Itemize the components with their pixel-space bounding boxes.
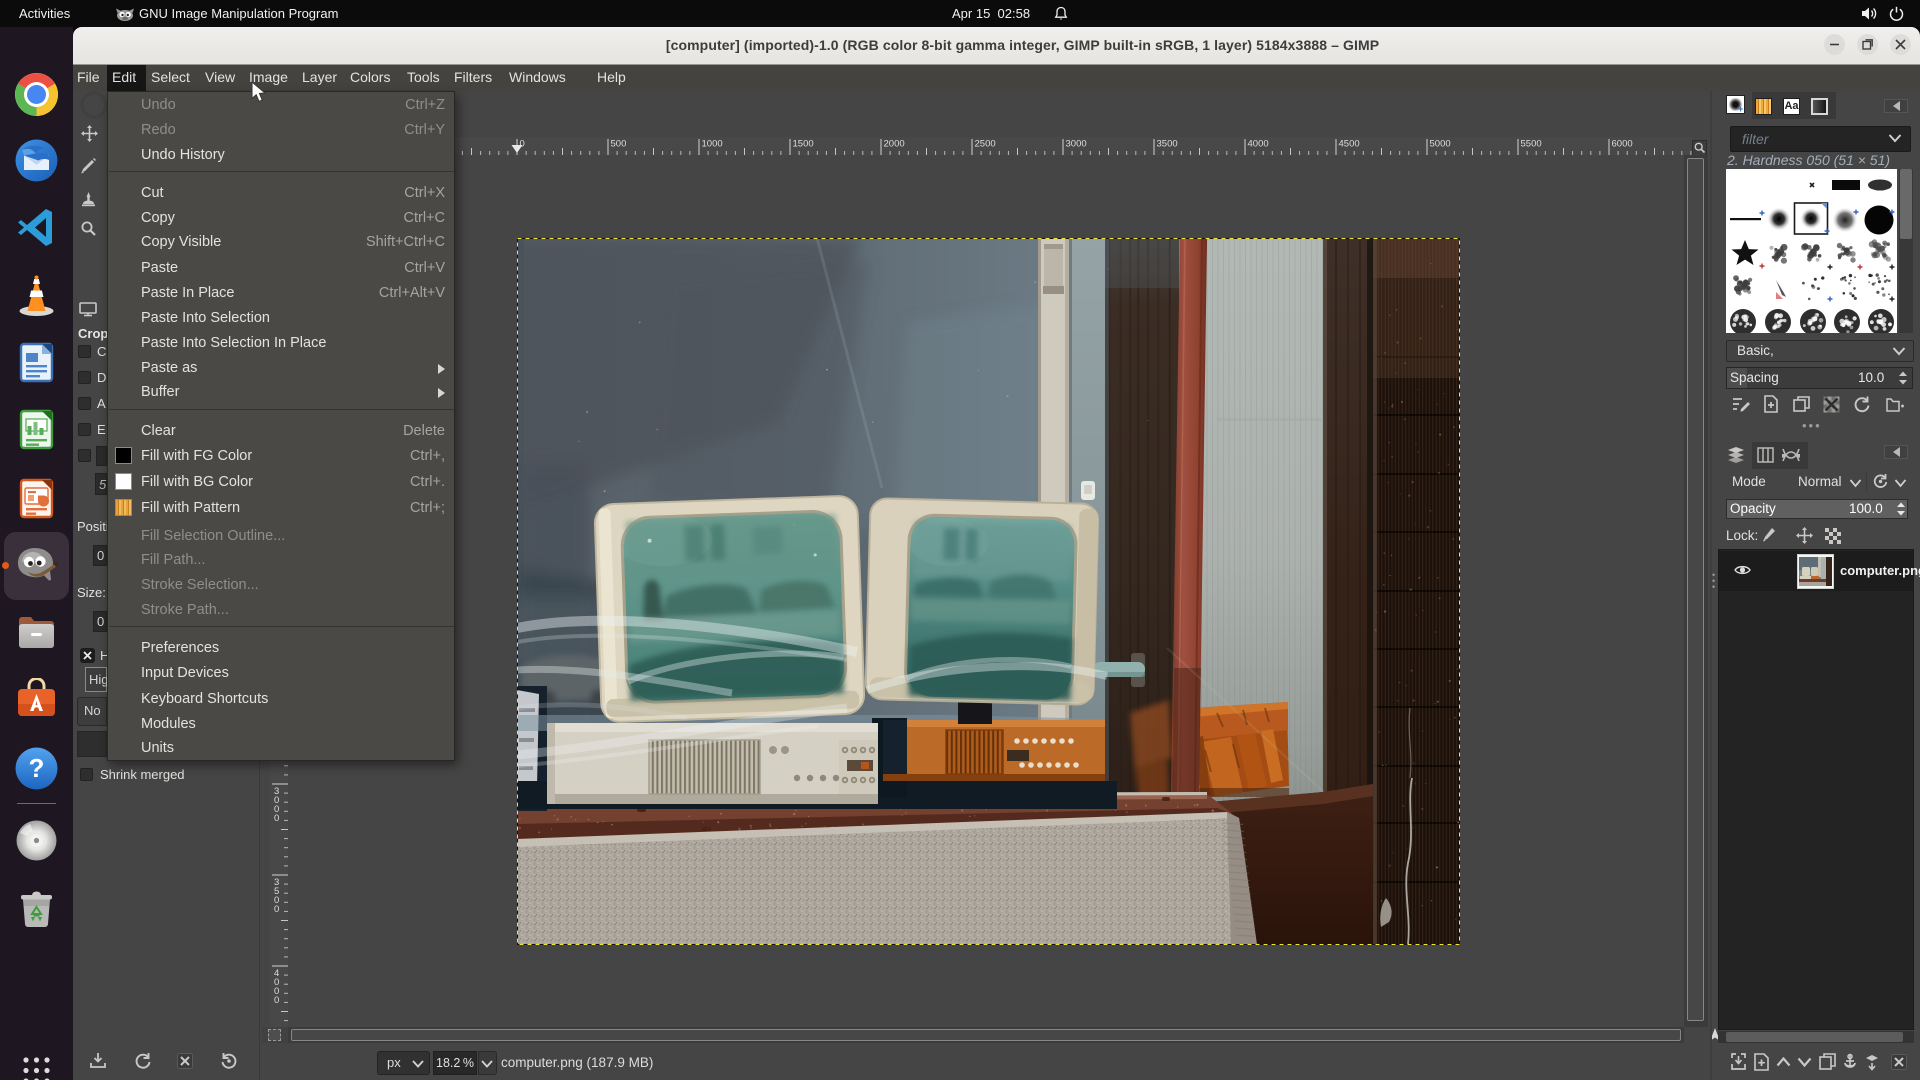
svg-text:500: 500 xyxy=(611,139,627,150)
svg-text:3500: 3500 xyxy=(1157,139,1178,150)
svg-text:0: 0 xyxy=(274,904,279,915)
svg-text:4000: 4000 xyxy=(1248,139,1269,150)
svg-text:5500: 5500 xyxy=(1521,139,1542,150)
svg-text:?: ? xyxy=(29,753,45,783)
svg-text:1500: 1500 xyxy=(793,139,814,150)
svg-text:2500: 2500 xyxy=(975,139,996,150)
svg-text:5000: 5000 xyxy=(1430,139,1451,150)
svg-text:1000: 1000 xyxy=(702,139,723,150)
svg-text:3000: 3000 xyxy=(1066,139,1087,150)
svg-text:0: 0 xyxy=(274,995,279,1006)
svg-text:4500: 4500 xyxy=(1339,139,1360,150)
svg-text:0: 0 xyxy=(274,813,279,824)
svg-text:2000: 2000 xyxy=(884,139,905,150)
svg-text:6000: 6000 xyxy=(1612,139,1633,150)
